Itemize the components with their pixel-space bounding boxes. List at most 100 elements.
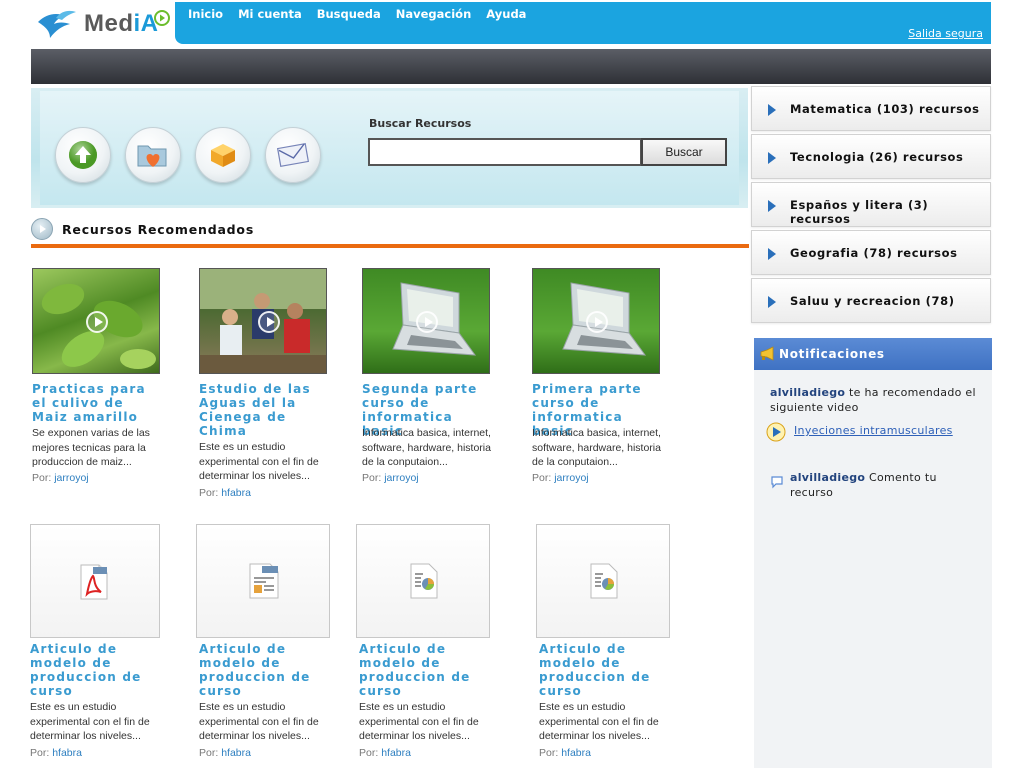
resource-title[interactable]: Articulo de modelo de produccion de curs… <box>30 642 160 698</box>
resource-title[interactable]: Articulo de modelo de produccion de curs… <box>199 642 329 698</box>
upload-button[interactable] <box>55 127 111 183</box>
video-play-icon <box>766 422 786 442</box>
comment-bubble-icon <box>771 476 783 489</box>
package-icon <box>211 144 235 167</box>
resource-author: Por: hfabra <box>199 487 251 499</box>
mail-button[interactable] <box>265 127 321 183</box>
author-link[interactable]: hfabra <box>221 747 251 759</box>
author-link[interactable]: jarroyoj <box>554 472 588 484</box>
resource-author: Por: hfabra <box>199 747 251 759</box>
resource-description: Se exponen varias de las mejores tecnica… <box>32 427 150 468</box>
notifications-title: Notificaciones <box>779 347 885 361</box>
logo-play-icon <box>154 10 170 26</box>
folder-heart-icon <box>137 145 167 167</box>
upload-arrow-icon <box>69 141 97 169</box>
play-icon <box>86 311 108 333</box>
author-link[interactable]: hfabra <box>221 487 251 499</box>
notifications-panel: Notificaciones alvilladiego te ha recome… <box>754 338 992 768</box>
triangle-right-icon <box>768 152 776 164</box>
resource-author: Por: jarroyoj <box>362 472 419 484</box>
play-icon <box>586 311 608 333</box>
resource-author: Por: jarroyoj <box>32 472 89 484</box>
resource-thumbnail[interactable] <box>32 268 160 374</box>
author-link[interactable]: jarroyoj <box>54 472 88 484</box>
secure-exit-link[interactable]: Salida segura <box>908 27 983 40</box>
search-panel: Buscar Recursos Buscar <box>31 88 748 208</box>
author-link[interactable]: hfabra <box>52 747 82 759</box>
envelope-icon <box>277 143 309 167</box>
author-link[interactable]: hfabra <box>561 747 591 759</box>
sdw-document-icon <box>249 563 279 599</box>
triangle-right-icon <box>768 200 776 212</box>
resource-description: Este es un estudio experimental con el f… <box>199 441 319 482</box>
presentation-icon <box>410 563 438 599</box>
search-input[interactable] <box>368 138 642 166</box>
play-icon <box>416 311 438 333</box>
category-item-salud[interactable]: Saluu y recreacion (78) <box>751 278 991 323</box>
megaphone-icon <box>760 346 774 361</box>
top-navigation: Inicio Mi cuenta Busqueda Navegación Ayu… <box>175 2 991 44</box>
resource-description: Este es un estudio experimental con el f… <box>539 701 659 742</box>
resource-title[interactable]: Articulo de modelo de produccion de curs… <box>539 642 669 698</box>
resource-thumbnail[interactable] <box>532 268 660 374</box>
notification-item: alvilladiego Comento tu recurso <box>790 471 980 500</box>
resource-thumbnail[interactable] <box>199 268 327 374</box>
resource-thumbnail[interactable] <box>536 524 670 638</box>
category-label: Matematica (103) recursos <box>790 102 980 116</box>
resource-author: Por: jarroyoj <box>532 472 589 484</box>
play-icon <box>258 311 280 333</box>
resource-author: Por: hfabra <box>359 747 411 759</box>
nav-link-busqueda[interactable]: Busqueda <box>317 7 381 21</box>
resource-description: Este es un estudio experimental con el f… <box>30 701 150 742</box>
notification-user[interactable]: alvilladiego <box>790 471 865 484</box>
category-item-geografia[interactable]: Geografia (78) recursos <box>751 230 991 275</box>
triangle-right-icon <box>768 248 776 260</box>
presentation-icon <box>590 563 618 599</box>
resource-thumbnail[interactable] <box>356 524 490 638</box>
resource-title[interactable]: Articulo de modelo de produccion de curs… <box>359 642 489 698</box>
package-button[interactable] <box>195 127 251 183</box>
nav-link-ayuda[interactable]: Ayuda <box>486 7 526 21</box>
bird-logo-icon <box>38 10 76 38</box>
category-item-espanol[interactable]: Españos y litera (3) recursos <box>751 182 991 227</box>
recommended-title: Recursos Recomendados <box>62 222 255 237</box>
notification-user[interactable]: alvilladiego <box>770 386 845 399</box>
nav-link-inicio[interactable]: Inicio <box>188 7 223 21</box>
resource-title[interactable]: Practicas para el culivo de Maiz amarill… <box>32 382 162 424</box>
search-button[interactable]: Buscar <box>641 138 727 166</box>
resource-thumbnail[interactable] <box>30 524 160 638</box>
favorites-folder-button[interactable] <box>125 127 181 183</box>
resource-description: Este es un estudio experimental con el f… <box>199 701 319 742</box>
resource-author: Por: hfabra <box>30 747 82 759</box>
resource-title[interactable]: Estudio de las Aguas del la Cienega de C… <box>199 382 329 438</box>
logo-text: MediA <box>84 10 159 37</box>
notification-item: alvilladiego te ha recomendado el siguie… <box>770 386 980 415</box>
category-label: Tecnologia (26) recursos <box>790 150 964 164</box>
pdf-icon <box>80 564 108 600</box>
resource-thumbnail[interactable] <box>362 268 490 374</box>
nav-link-navegacion[interactable]: Navegación <box>396 7 472 21</box>
resource-thumbnail[interactable] <box>196 524 330 638</box>
nav-link-mi-cuenta[interactable]: Mi cuenta <box>238 7 302 21</box>
author-link[interactable]: hfabra <box>381 747 411 759</box>
section-arrow-icon <box>40 225 46 233</box>
notification-video-link[interactable]: Inyeciones intramusculares <box>794 424 953 437</box>
recommended-header: Recursos Recomendados <box>31 215 749 249</box>
resource-description: Este es un estudio experimental con el f… <box>359 701 479 742</box>
notifications-header: Notificaciones <box>754 338 992 370</box>
category-item-tecnologia[interactable]: Tecnologia (26) recursos <box>751 134 991 179</box>
orange-divider <box>31 244 749 248</box>
triangle-right-icon <box>768 296 776 308</box>
dark-banner-bar <box>31 49 991 84</box>
category-label: Españos y litera (3) recursos <box>790 198 929 226</box>
media-logo[interactable]: MediA <box>36 6 176 42</box>
author-link[interactable]: jarroyoj <box>384 472 418 484</box>
resource-description: Informatica basica, internet, software, … <box>532 427 661 468</box>
category-label: Saluu y recreacion (78) <box>790 294 955 308</box>
triangle-right-icon <box>768 104 776 116</box>
resource-description: Informatica basica, internet, software, … <box>362 427 491 468</box>
resource-author: Por: hfabra <box>539 747 591 759</box>
category-label: Geografia (78) recursos <box>790 246 958 260</box>
category-item-matematica[interactable]: Matematica (103) recursos <box>751 86 991 131</box>
search-label: Buscar Recursos <box>369 117 472 130</box>
